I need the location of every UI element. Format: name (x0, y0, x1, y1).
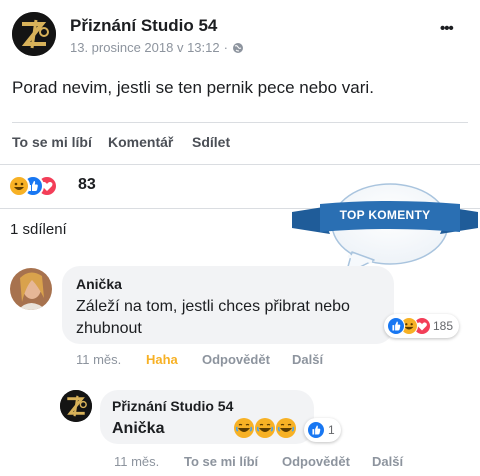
page-avatar[interactable] (12, 12, 56, 56)
reply-emojis (234, 418, 296, 438)
comment-reply-button[interactable]: Odpovědět (202, 352, 270, 367)
reply-more-button[interactable]: Další (372, 454, 403, 469)
divider (12, 122, 468, 123)
reply-reactions[interactable]: 1 (304, 418, 341, 442)
post-text: Porad nevim, jestli se ten pernik pece n… (12, 78, 374, 97)
comment-reactions[interactable]: 185 (384, 314, 460, 338)
more-options-button[interactable]: ••• (440, 20, 454, 37)
share-count[interactable]: 1 sdílení (10, 221, 67, 238)
like-button[interactable]: To se mi líbí (12, 134, 92, 150)
top-comments-label: TOP KOMENTY (339, 208, 431, 222)
reply-reaction-count: 1 (328, 423, 335, 437)
reaction-icons[interactable] (8, 175, 78, 197)
like-icon (307, 421, 325, 439)
profile-photo-icon (10, 268, 52, 310)
comment-more-button[interactable]: Další (292, 352, 323, 367)
divider (0, 164, 480, 165)
reply-avatar[interactable] (60, 390, 92, 422)
comment-haha-button[interactable]: Haha (146, 352, 178, 367)
post-meta: 13. prosince 2018 v 13:12 · (70, 40, 244, 55)
commenter-avatar[interactable] (10, 268, 52, 310)
studio54-logo-icon (60, 390, 92, 422)
haha-icon (8, 175, 30, 197)
like-icon (387, 316, 405, 335)
laughing-emoji-icon (255, 418, 275, 438)
comment-reaction-count: 185 (433, 319, 454, 333)
share-button[interactable]: Sdílet (192, 134, 230, 150)
comment-text-line1: Záleží na tom, jestli chces přibrat nebo (76, 298, 350, 315)
comment-text-line2: zhubnout (76, 320, 142, 337)
reply-time[interactable]: 11 měs. (114, 454, 159, 469)
page-name[interactable]: Přiznání Studio 54 (70, 16, 217, 36)
post-timestamp[interactable]: 13. prosince 2018 v 13:12 (70, 40, 220, 55)
laughing-emoji-icon (276, 418, 296, 438)
reply-like-button[interactable]: To se mi líbí (184, 454, 258, 469)
laughing-emoji-icon (234, 418, 254, 438)
top-comments-bubble (292, 183, 478, 275)
comment-time[interactable]: 11 měs. (76, 352, 121, 367)
comment-author[interactable]: Anička (76, 276, 122, 292)
reply-reply-button[interactable]: Odpovědět (282, 454, 350, 469)
reply-author[interactable]: Přiznání Studio 54 (112, 398, 233, 414)
studio54-logo-icon (12, 12, 56, 56)
comment-button[interactable]: Komentář (108, 134, 173, 150)
reply-mention[interactable]: Anička (112, 420, 164, 438)
meta-separator: · (223, 40, 228, 55)
globe-icon (232, 42, 243, 53)
reaction-count[interactable]: 83 (78, 176, 96, 194)
